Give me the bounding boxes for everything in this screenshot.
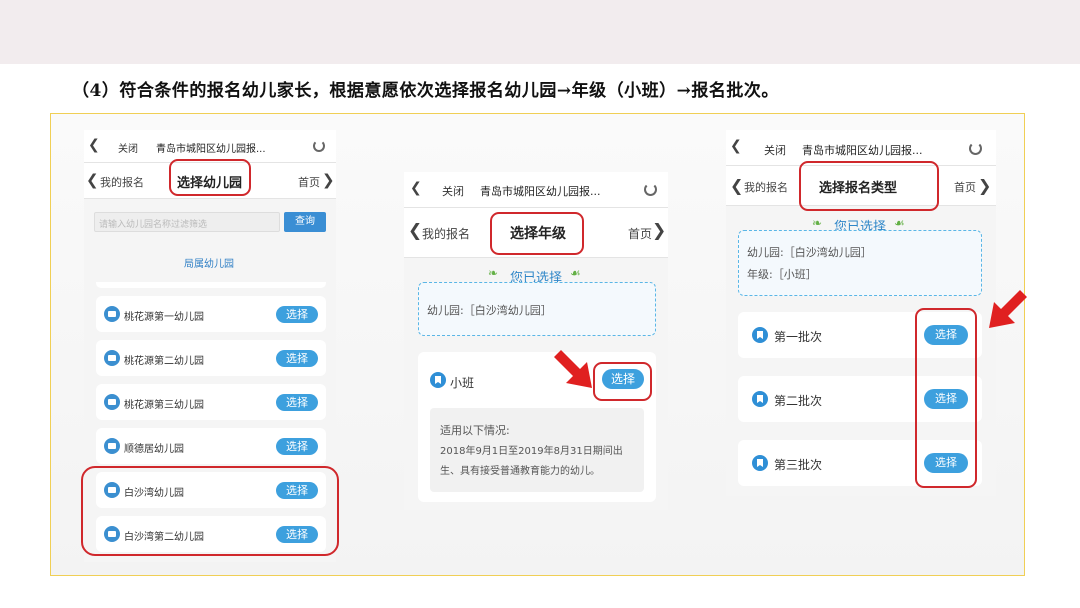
chevron-right-icon[interactable]: ❯ bbox=[978, 176, 991, 195]
bookmark-icon bbox=[752, 391, 768, 407]
list-item[interactable]: 顺德居幼儿园 选择 bbox=[96, 428, 326, 464]
select-button[interactable]: 选择 bbox=[276, 394, 318, 411]
refresh-icon[interactable] bbox=[644, 183, 657, 196]
back-arrow-icon[interactable]: ❮ bbox=[88, 137, 100, 153]
batch-name: 第二批次 bbox=[774, 394, 823, 408]
title-bar: ❮ 关闭 青岛市城阳区幼儿园报... bbox=[404, 172, 668, 208]
select-button[interactable]: 选择 bbox=[276, 350, 318, 367]
home-link[interactable]: 首页 bbox=[298, 174, 320, 190]
window-title: 青岛市城阳区幼儿园报... bbox=[156, 144, 266, 155]
kindergarten-icon bbox=[104, 438, 120, 454]
selection-summary: 幼儿园:［白沙湾幼儿园］ bbox=[418, 282, 656, 336]
conditions-line2: 生、具有接受普通教育能力的幼儿。 bbox=[440, 466, 600, 477]
bookmark-icon bbox=[430, 372, 446, 388]
home-link[interactable]: 首页 bbox=[954, 179, 976, 195]
chevron-left-icon[interactable]: ❮ bbox=[730, 176, 743, 195]
refresh-icon[interactable] bbox=[969, 142, 982, 155]
highlight-baishawan-box bbox=[81, 466, 339, 556]
list-card-edge bbox=[96, 282, 326, 288]
leaf-left-icon: ❧ bbox=[488, 266, 499, 280]
search-input[interactable]: 请输入幼儿园名称过滤筛选 bbox=[94, 212, 280, 232]
highlight-title-box bbox=[490, 212, 584, 255]
category-label: 局属幼儿园 bbox=[184, 259, 234, 270]
list-item-name: 顺德居幼儿园 bbox=[124, 444, 184, 455]
conditions-title: 适用以下情况: bbox=[440, 424, 510, 437]
select-button[interactable]: 选择 bbox=[276, 306, 318, 323]
my-registration-link[interactable]: 我的报名 bbox=[744, 179, 788, 195]
conditions-box: 适用以下情况: 2018年9月1日至2019年8月31日期间出 生、具有接受普通… bbox=[430, 408, 644, 492]
list-item[interactable]: 桃花源第一幼儿园 选择 bbox=[96, 296, 326, 332]
kindergarten-line: 幼儿园:［白沙湾幼儿园］ bbox=[427, 304, 552, 317]
select-button[interactable]: 选择 bbox=[276, 438, 318, 455]
window-title: 青岛市城阳区幼儿园报... bbox=[480, 185, 601, 198]
bookmark-icon bbox=[752, 455, 768, 471]
highlight-select-column bbox=[915, 308, 977, 488]
instruction-heading: （4）符合条件的报名幼儿家长，根据意愿依次选择报名幼儿园→年级（小班）→报名批次… bbox=[72, 81, 779, 101]
kindergarten-line: 幼儿园:［白沙湾幼儿园］ bbox=[747, 246, 872, 259]
leaf-left-icon: ❧ bbox=[812, 216, 823, 230]
highlight-title-box bbox=[799, 161, 939, 211]
highlight-title-box bbox=[169, 159, 251, 196]
list-item[interactable]: 桃花源第三幼儿园 选择 bbox=[96, 384, 326, 420]
window-title: 青岛市城阳区幼儿园报... bbox=[802, 144, 923, 157]
close-link[interactable]: 关闭 bbox=[764, 142, 786, 158]
list-item-name: 桃花源第三幼儿园 bbox=[124, 400, 204, 411]
chevron-left-icon[interactable]: ❮ bbox=[408, 221, 422, 241]
search-button[interactable]: 查询 bbox=[284, 212, 326, 232]
conditions-line1: 2018年9月1日至2019年8月31日期间出 bbox=[440, 446, 623, 457]
leaf-right-icon: ☙ bbox=[894, 216, 905, 230]
back-arrow-icon[interactable]: ❮ bbox=[410, 180, 422, 196]
list-item[interactable]: 桃花源第二幼儿园 选择 bbox=[96, 340, 326, 376]
kindergarten-icon bbox=[104, 394, 120, 410]
back-arrow-icon[interactable]: ❮ bbox=[730, 138, 742, 154]
home-link[interactable]: 首页 bbox=[628, 225, 652, 242]
batch-name: 第一批次 bbox=[774, 330, 823, 344]
chevron-left-icon[interactable]: ❮ bbox=[86, 171, 99, 189]
leaf-right-icon: ☙ bbox=[570, 266, 581, 280]
bookmark-icon bbox=[752, 327, 768, 343]
kindergarten-icon bbox=[104, 350, 120, 366]
pointer-arrow-icon bbox=[989, 290, 1027, 328]
selection-summary: 幼儿园:［白沙湾幼儿园］ 年级:［小班］ bbox=[738, 230, 982, 296]
class-name: 小班 bbox=[450, 376, 475, 390]
kindergarten-icon bbox=[104, 306, 120, 322]
grade-line: 年级:［小班］ bbox=[747, 268, 817, 281]
list-item-name: 桃花源第一幼儿园 bbox=[124, 312, 204, 323]
list-item-name: 桃花源第二幼儿园 bbox=[124, 356, 204, 367]
close-link[interactable]: 关闭 bbox=[442, 183, 464, 199]
batch-name: 第三批次 bbox=[774, 458, 823, 472]
my-registration-link[interactable]: 我的报名 bbox=[422, 225, 470, 242]
close-link[interactable]: 关闭 bbox=[118, 140, 138, 155]
top-band bbox=[0, 0, 1080, 64]
chevron-right-icon[interactable]: ❯ bbox=[652, 221, 666, 241]
chevron-right-icon[interactable]: ❯ bbox=[322, 171, 335, 189]
refresh-icon[interactable] bbox=[313, 140, 325, 152]
highlight-select-box bbox=[593, 362, 652, 401]
pointer-arrow-icon bbox=[554, 350, 592, 388]
my-registration-link[interactable]: 我的报名 bbox=[100, 174, 144, 190]
